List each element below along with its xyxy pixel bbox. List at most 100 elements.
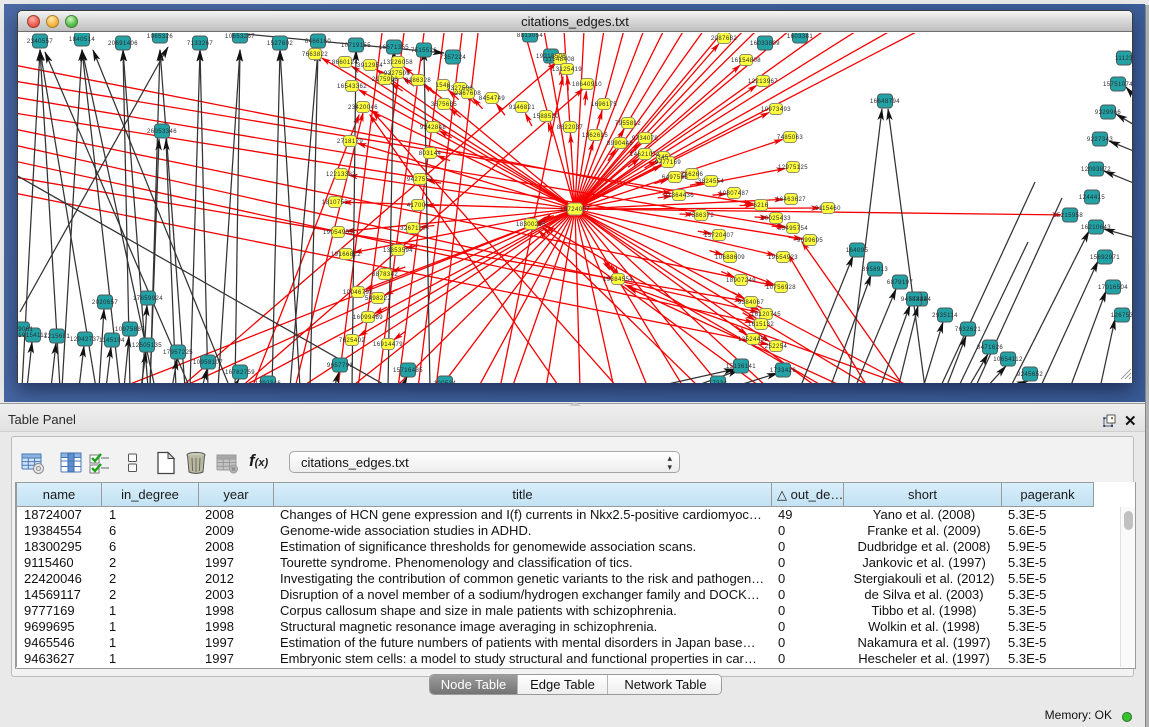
svg-text:1810753: 1810753 xyxy=(322,200,348,206)
svg-text:16099489: 16099489 xyxy=(353,315,383,321)
svg-text:1065326: 1065326 xyxy=(147,34,173,40)
svg-text:16033809: 16033809 xyxy=(750,41,780,47)
svg-text:3824554: 3824554 xyxy=(698,179,724,185)
svg-text:21364436: 21364436 xyxy=(664,193,694,199)
svg-text:12505135: 12505135 xyxy=(132,343,162,349)
svg-text:19166822: 19166822 xyxy=(331,252,361,258)
svg-text:9734078: 9734078 xyxy=(632,136,658,142)
svg-text:2367608: 2367608 xyxy=(455,91,481,97)
svg-text:6466160: 6466160 xyxy=(305,39,331,45)
svg-text:8822037: 8822037 xyxy=(557,125,583,131)
svg-text:16120745: 16120745 xyxy=(751,312,781,318)
svg-text:3267110: 3267110 xyxy=(400,226,426,232)
svg-text:11123: 11123 xyxy=(1115,56,1132,62)
svg-text:10719155: 10719155 xyxy=(341,43,371,49)
svg-text:3912954: 3912954 xyxy=(357,63,383,69)
svg-text:8660124: 8660124 xyxy=(332,60,358,66)
svg-text:10973493: 10973493 xyxy=(761,107,791,113)
svg-text:19654923: 19654923 xyxy=(768,255,798,261)
svg-text:13524451: 13524451 xyxy=(738,337,768,343)
svg-text:6216: 6216 xyxy=(754,203,769,209)
svg-text:11548408: 11548408 xyxy=(545,57,575,63)
svg-text:9227343: 9227343 xyxy=(1087,137,1113,143)
svg-text:12975125: 12975125 xyxy=(778,165,808,171)
svg-text:13125419: 13125419 xyxy=(552,67,582,73)
svg-text:17957225: 17957225 xyxy=(163,350,193,356)
svg-text:8471626: 8471626 xyxy=(977,345,1003,351)
svg-text:7663822: 7663822 xyxy=(302,52,328,58)
svg-text:16210643: 16210643 xyxy=(1081,225,1111,231)
svg-text:13353594: 13353594 xyxy=(383,248,413,254)
svg-text:9245652: 9245652 xyxy=(1017,372,1043,378)
svg-text:7133267: 7133267 xyxy=(187,41,213,47)
svg-text:2718179: 2718179 xyxy=(337,139,363,145)
svg-text:1696175: 1696175 xyxy=(591,102,617,108)
svg-text:7357224: 7357224 xyxy=(440,55,466,61)
svg-text:1603381: 1603381 xyxy=(787,34,813,40)
svg-text:417005: 417005 xyxy=(407,203,430,209)
svg-text:2087682: 2087682 xyxy=(711,36,737,42)
svg-text:746266: 746266 xyxy=(681,172,704,178)
svg-text:164095: 164095 xyxy=(846,248,869,254)
svg-text:7485063: 7485063 xyxy=(777,135,803,141)
svg-text:1615132: 1615132 xyxy=(748,322,774,328)
svg-text:2020657: 2020657 xyxy=(92,300,118,306)
svg-text:7386372: 7386372 xyxy=(688,213,714,219)
svg-text:19054955: 19054955 xyxy=(323,230,353,236)
svg-text:10975887: 10975887 xyxy=(115,327,145,333)
svg-text:7632621: 7632621 xyxy=(955,327,981,333)
svg-text:16648794: 16648794 xyxy=(870,99,900,105)
svg-text:13226058: 13226058 xyxy=(383,60,413,66)
svg-text:9242848: 9242848 xyxy=(420,125,446,131)
svg-text:15751074: 15751074 xyxy=(1103,82,1132,88)
svg-text:1292346: 1292346 xyxy=(255,381,281,383)
svg-text:9384067: 9384067 xyxy=(738,300,764,306)
svg-text:9427552: 9427552 xyxy=(407,177,433,183)
svg-text:5215958: 5215958 xyxy=(1057,213,1083,219)
svg-text:126753: 126753 xyxy=(1111,313,1132,319)
svg-text:18640910: 18640910 xyxy=(572,82,602,88)
svg-text:18907249: 18907249 xyxy=(726,278,756,284)
svg-text:9777169: 9777169 xyxy=(655,160,681,166)
svg-text:16782759: 16782759 xyxy=(225,370,255,376)
svg-text:16154808: 16154808 xyxy=(731,58,761,64)
svg-text:1362615: 1362615 xyxy=(582,133,608,139)
svg-text:252254: 252254 xyxy=(765,344,788,350)
svg-text:14621072: 14621072 xyxy=(630,152,660,158)
svg-text:1145194: 1145194 xyxy=(99,338,125,344)
svg-text:8990448: 8990448 xyxy=(607,141,633,147)
svg-text:7955812: 7955812 xyxy=(615,121,641,127)
svg-text:16914479: 16914479 xyxy=(373,342,403,348)
svg-text:9657791: 9657791 xyxy=(327,363,353,369)
svg-text:17334: 17334 xyxy=(709,381,728,383)
svg-text:15720407: 15720407 xyxy=(704,233,734,239)
svg-text:2340557: 2340557 xyxy=(27,39,53,45)
svg-text:10025433: 10025433 xyxy=(761,216,791,222)
svg-text:9478232: 9478232 xyxy=(901,297,927,303)
svg-text:15692971: 15692971 xyxy=(1090,255,1120,261)
svg-text:8813054: 8813054 xyxy=(517,33,543,39)
svg-text:10653267: 10653267 xyxy=(225,34,255,40)
svg-text:9699695: 9699695 xyxy=(797,238,823,244)
svg-text:26053346: 26053346 xyxy=(147,129,177,135)
svg-text:10688609: 10688609 xyxy=(715,255,745,261)
svg-text:12093872: 12093872 xyxy=(1081,167,1111,173)
svg-text:2935114: 2935114 xyxy=(932,313,958,319)
svg-text:10756928: 10756928 xyxy=(766,285,796,291)
svg-text:803144: 803144 xyxy=(419,151,442,157)
svg-text:16671355: 16671355 xyxy=(379,45,409,51)
svg-text:1840514: 1840514 xyxy=(69,37,95,43)
svg-text:15136141: 15136141 xyxy=(726,364,756,370)
svg-text:7515526: 7515526 xyxy=(411,48,437,54)
svg-text:16543362: 16543362 xyxy=(337,84,367,90)
svg-text:1588520: 1588520 xyxy=(533,114,559,120)
svg-text:1215681: 1215681 xyxy=(44,334,70,340)
svg-text:12942737: 12942737 xyxy=(70,337,100,343)
svg-text:3675685: 3675685 xyxy=(431,102,457,108)
svg-text:8878342: 8878342 xyxy=(372,272,398,278)
svg-text:19384554: 19384554 xyxy=(603,277,633,283)
svg-text:18300295: 18300295 xyxy=(516,222,546,228)
svg-text:23495754: 23495754 xyxy=(778,226,808,232)
svg-text:16463627: 16463627 xyxy=(776,197,806,203)
svg-text:1244415: 1244415 xyxy=(1079,195,1105,201)
